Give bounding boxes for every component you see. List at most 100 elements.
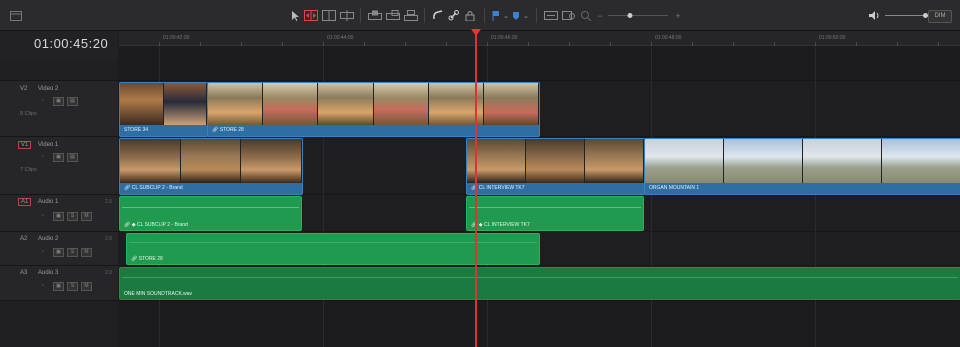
zoom-custom-icon[interactable] — [580, 9, 592, 22]
selection-pointer-icon[interactable] — [290, 9, 300, 22]
clip-label: 🔗︎ STORE 28 — [131, 256, 163, 262]
audio-clip[interactable]: 🔗︎ ◆ CL INTERVIEW TK7 — [466, 196, 644, 231]
waveform — [122, 277, 958, 278]
track-name[interactable]: Audio 3 — [38, 270, 58, 276]
linked-selection-icon[interactable] — [448, 9, 460, 22]
link-icon: 🔗︎ — [131, 256, 139, 262]
track-header-v2[interactable]: V2 Video 2 ▫ ▣ ▤ 8 Clips — [0, 81, 118, 137]
auto-select-icon[interactable]: ▣ — [53, 97, 64, 106]
channel-level: 2.0 — [105, 199, 112, 205]
track-name[interactable]: Audio 2 — [38, 236, 58, 242]
track-name[interactable]: Audio 1 — [38, 199, 58, 205]
flag-icon[interactable] — [492, 9, 500, 22]
waveform — [122, 207, 299, 208]
auto-select-icon[interactable]: ▣ — [53, 282, 64, 291]
lock-icon[interactable]: ▫ — [42, 154, 48, 161]
empty-lane — [119, 301, 960, 347]
playhead-handle[interactable] — [471, 29, 481, 36]
track-enable-icon[interactable]: ▤ — [67, 97, 78, 106]
zoom-out-icon[interactable]: − — [596, 9, 604, 22]
zoom-slider[interactable] — [608, 9, 668, 22]
playhead[interactable] — [475, 30, 477, 347]
marker-icon[interactable] — [512, 9, 520, 22]
empty-lane — [119, 46, 960, 81]
clip-thumbnails — [208, 83, 539, 125]
mute-button[interactable]: M — [81, 248, 92, 257]
lock-icon[interactable]: ▫ — [42, 98, 48, 105]
solo-button[interactable]: S — [67, 282, 78, 291]
track-id: A3 — [20, 270, 28, 276]
speaker-icon[interactable] — [868, 9, 880, 22]
clip-label: 🔗︎ ◆ CL SUBCLIP 2 - Brand — [124, 222, 188, 228]
auto-select-icon[interactable]: ▣ — [53, 248, 64, 257]
lock-icon[interactable]: ▫ — [42, 213, 48, 220]
audio-clip[interactable]: ONE MIN SOUNDTRACK.wav — [119, 267, 960, 300]
clip-name: CL SUBCLIP 2 - Brand — [131, 185, 183, 191]
link-icon: 🔗︎ ◆ — [471, 222, 484, 228]
mute-button[interactable]: M — [81, 282, 92, 291]
video-clip[interactable]: 🔗︎ CL INTERVIEW TK7 — [466, 138, 645, 195]
flag-dropdown-icon[interactable]: ⌄ — [502, 9, 510, 22]
clip-thumbnails — [120, 139, 302, 183]
track-name[interactable]: Video 1 — [38, 142, 58, 148]
solo-button[interactable]: S — [67, 212, 78, 221]
dim-button[interactable]: DIM — [928, 10, 952, 23]
ruler-label: 01:00:50:00 — [819, 35, 846, 41]
solo-button[interactable]: S — [67, 248, 78, 257]
blade-icon[interactable] — [340, 9, 354, 22]
marker-dropdown-icon[interactable]: ⌄ — [522, 9, 530, 22]
toolbar-divider — [424, 8, 425, 23]
dynamic-trim-icon[interactable] — [322, 9, 336, 22]
clip-name: ONE MIN SOUNDTRACK.wav — [124, 291, 193, 297]
clip-name: STORE 28 — [219, 127, 244, 133]
video-clip[interactable]: 🔗︎ STORE 28 — [207, 82, 540, 137]
waveform — [469, 207, 641, 208]
clip-count: 7 Clips — [20, 167, 37, 173]
place-on-top-icon[interactable] — [404, 9, 418, 22]
track-header-a1[interactable]: A1 Audio 1 2.0 ▫ ▣ S M — [0, 195, 118, 232]
track-id: V1 — [18, 141, 32, 149]
lock-icon[interactable]: ▫ — [42, 249, 48, 256]
audio-clip[interactable]: 🔗︎ ◆ CL SUBCLIP 2 - Brand — [119, 196, 302, 231]
clip-thumbnails — [467, 139, 644, 183]
track-id: A1 — [18, 198, 32, 206]
video-clip[interactable]: 🔗︎ CL SUBCLIP 2 - Brand — [119, 138, 303, 195]
auto-select-icon[interactable]: ▣ — [53, 212, 64, 221]
channel-level: 2.0 — [105, 270, 112, 276]
clip-label: 🔗︎ STORE 28 — [208, 125, 539, 136]
zoom-detail-icon[interactable] — [562, 9, 576, 22]
panel-toggle-icon[interactable] — [10, 9, 22, 22]
audio-clip[interactable]: 🔗︎ STORE 28 — [126, 233, 540, 265]
video-clip[interactable]: ORGAN MOUNTAIN 1 — [644, 138, 960, 195]
auto-select-icon[interactable]: ▣ — [53, 153, 64, 162]
track-header-empty — [0, 58, 118, 81]
trim-edit-icon[interactable] — [304, 9, 318, 22]
toolbar-divider — [536, 8, 537, 23]
zoom-in-icon[interactable]: + — [674, 9, 682, 22]
track-enable-icon[interactable]: ▤ — [67, 153, 78, 162]
clip-name: CL SUBCLIP 2 - Brand — [136, 222, 188, 228]
track-name[interactable]: Video 2 — [38, 86, 58, 92]
lock-icon[interactable]: ▫ — [42, 283, 48, 290]
clip-label: STORE 34 — [120, 125, 207, 136]
track-header-v1[interactable]: V1 Video 1 ▫ ▣ ▤ 7 Clips — [0, 137, 118, 195]
clip-label: 🔗︎ CL INTERVIEW TK7 — [467, 183, 644, 194]
replace-clip-icon[interactable] — [386, 9, 400, 22]
track-id: A2 — [20, 236, 28, 242]
clip-thumbnails — [120, 83, 207, 125]
volume-slider-track[interactable] — [885, 15, 925, 16]
clip-name: CL INTERVIEW TK7 — [478, 185, 525, 191]
video-clip[interactable]: STORE 34 — [119, 82, 208, 137]
clip-label: 🔗︎ CL SUBCLIP 2 - Brand — [120, 183, 302, 194]
overwrite-clip-icon[interactable] — [368, 9, 382, 22]
ruler-label: 01:00:44:00 — [327, 35, 354, 41]
clip-thumbnails — [645, 139, 960, 183]
zoom-full-icon[interactable] — [544, 9, 558, 22]
gridline — [651, 46, 652, 347]
snapping-icon[interactable] — [432, 9, 444, 22]
track-header-a3[interactable]: A3 Audio 3 2.0 ▫ ▣ S M — [0, 266, 118, 301]
track-header-a2[interactable]: A2 Audio 2 2.0 ▫ ▣ S M — [0, 232, 118, 266]
mute-button[interactable]: M — [81, 212, 92, 221]
current-timecode[interactable]: 01:00:45:20 — [34, 36, 108, 51]
position-lock-icon[interactable] — [464, 9, 476, 22]
